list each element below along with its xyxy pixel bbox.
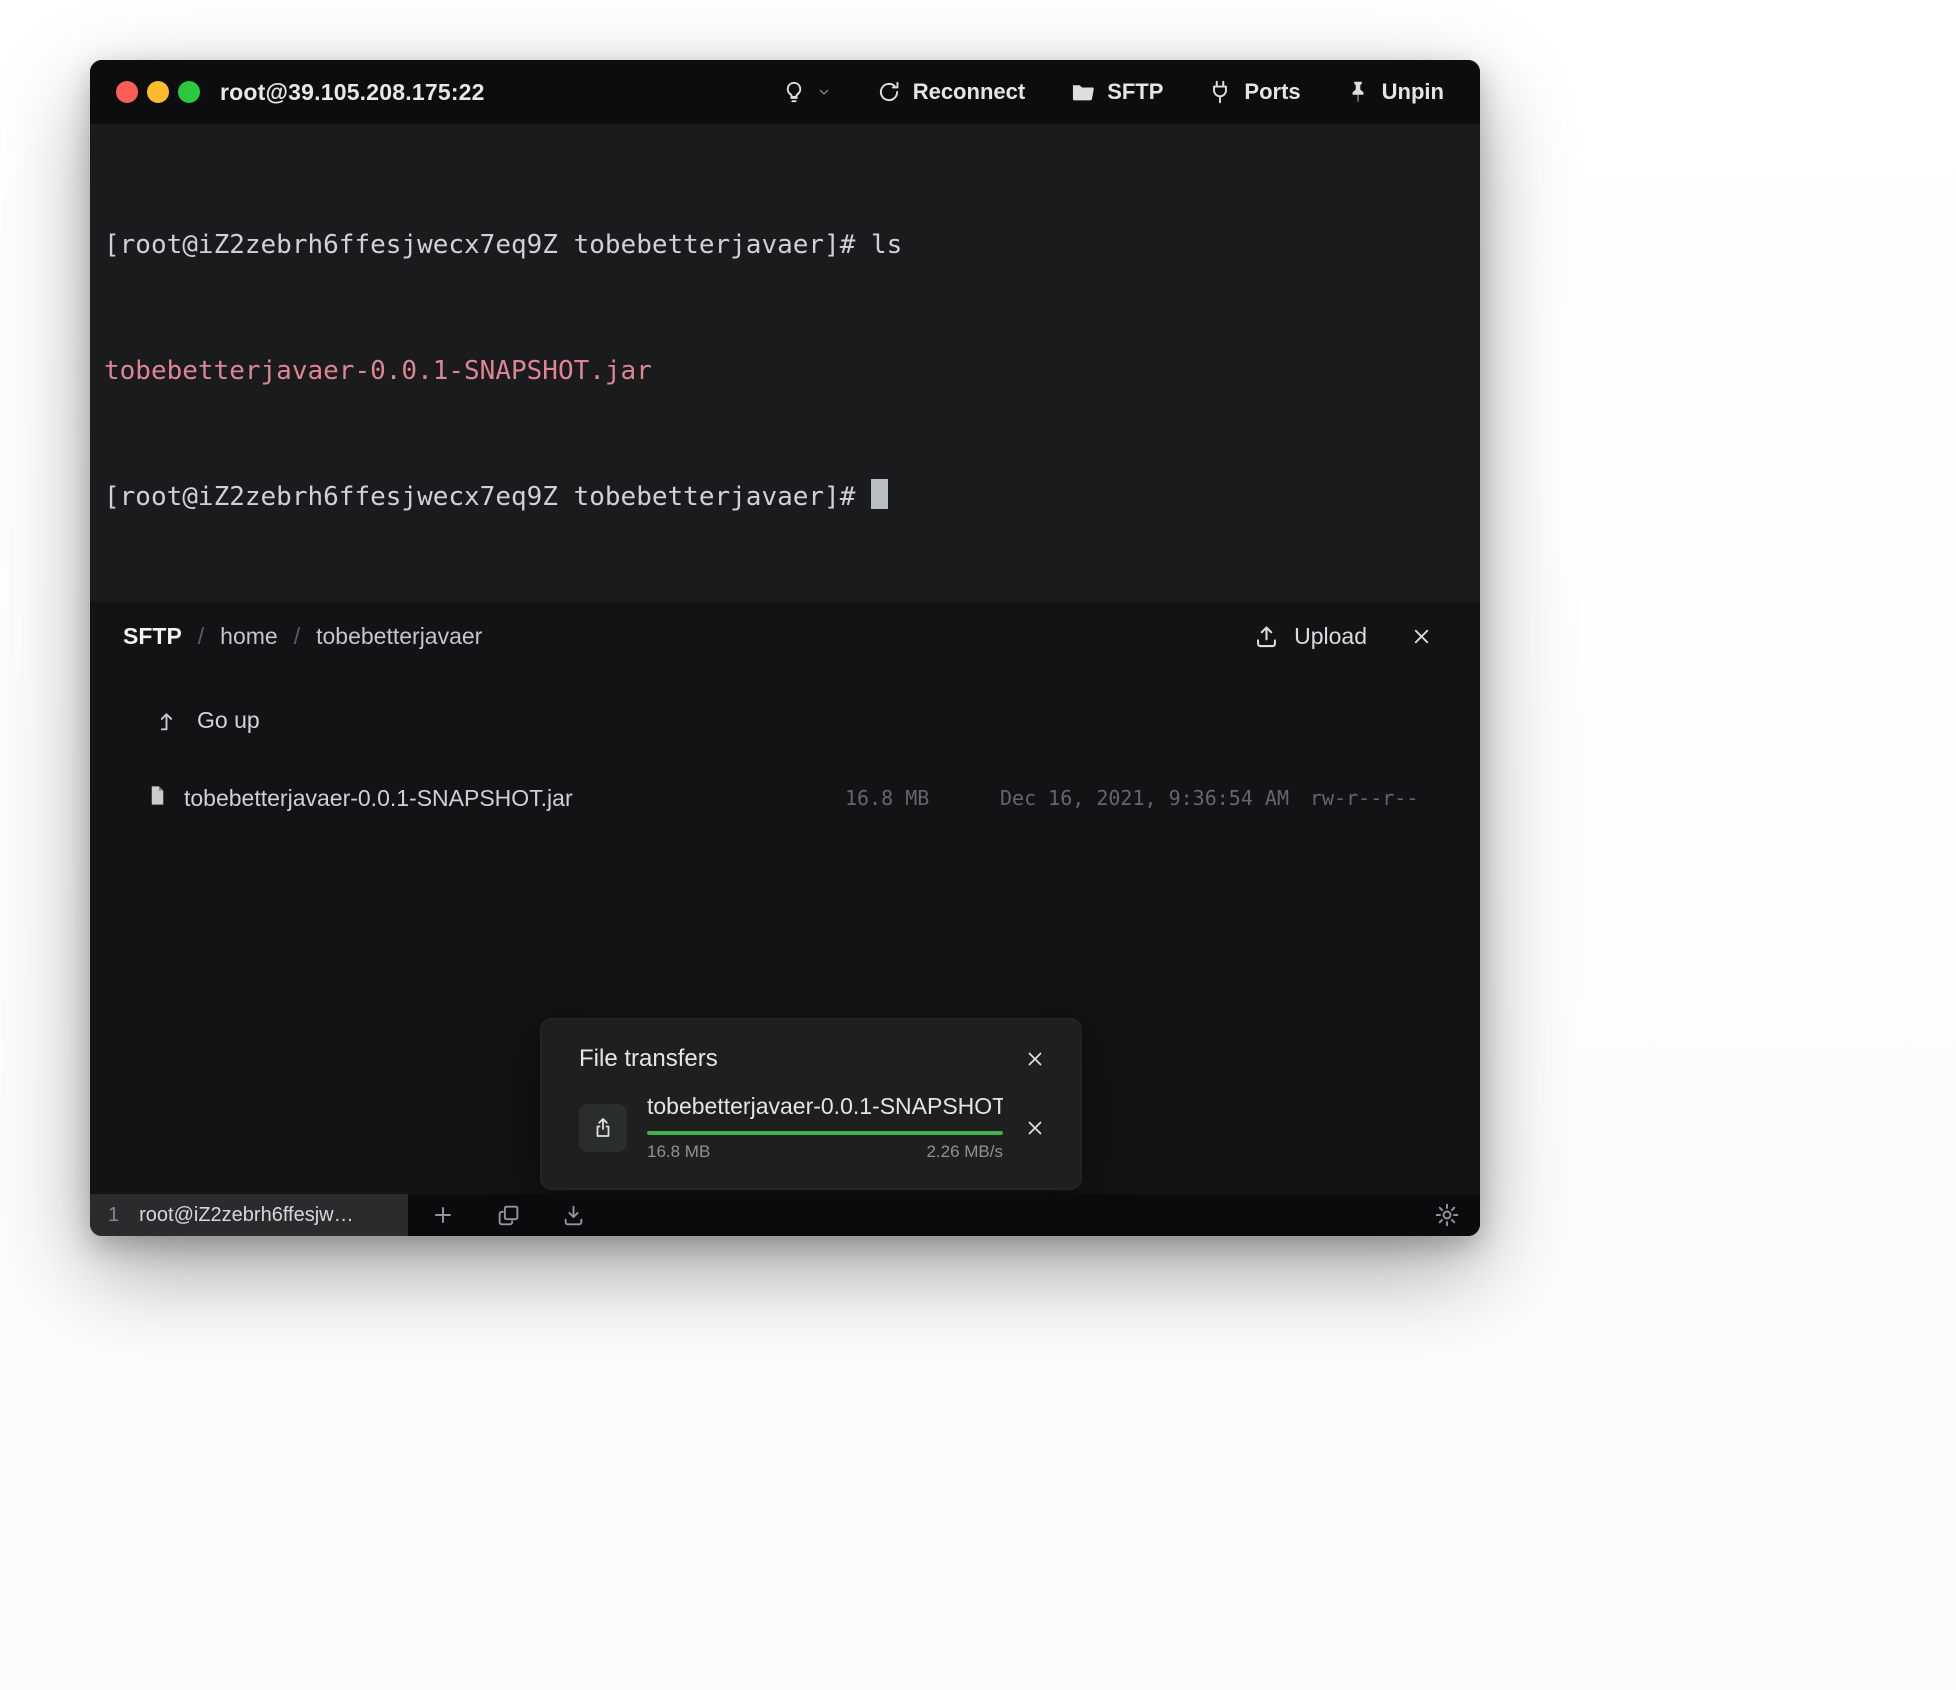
transfer-progress-track: [647, 1131, 1003, 1135]
file-transfers-popup: File transfers tobebetterjavaer-0.0.1-SN…: [540, 1018, 1082, 1190]
transfer-size: 16.8 MB: [647, 1142, 710, 1162]
plug-icon: [1207, 79, 1233, 105]
go-up-label: Go up: [197, 707, 260, 734]
breadcrumb-separator: /: [294, 623, 300, 650]
file-transfers-header: File transfers: [579, 1045, 1047, 1073]
arrow-up-icon: [154, 708, 179, 733]
desktop-background: root@39.105.208.175:22 Reconnect: [0, 0, 1956, 1690]
terminal-cursor: [871, 479, 888, 509]
plus-icon: [430, 1202, 456, 1228]
file-permissions: rw-r--r--: [1310, 786, 1420, 810]
close-icon: [1409, 624, 1434, 649]
ports-label: Ports: [1244, 79, 1300, 105]
file-size: 16.8 MB: [845, 786, 1000, 810]
file-name: tobebetterjavaer-0.0.1-SNAPSHOT.jar: [184, 785, 845, 812]
upload-button[interactable]: Upload: [1253, 623, 1367, 650]
transfer-progress-fill: [647, 1131, 1003, 1135]
go-up-row[interactable]: Go up: [90, 696, 510, 744]
share-upload-icon: [591, 1116, 615, 1140]
terminal-prompt-text: [root@iZ2zebrh6ffesjwecx7eq9Z tobebetter…: [104, 482, 855, 512]
unpin-label: Unpin: [1382, 79, 1444, 105]
unpin-button[interactable]: Unpin: [1345, 79, 1444, 105]
terminal-tab[interactable]: 1 root@iZ2zebrh6ffesjw…: [90, 1194, 408, 1236]
tab-title: root@iZ2zebrh6ffesjw…: [139, 1204, 353, 1227]
reconnect-label: Reconnect: [913, 79, 1025, 105]
titlebar: root@39.105.208.175:22 Reconnect: [90, 60, 1480, 124]
settings-button[interactable]: [1434, 1202, 1460, 1228]
breadcrumb-root: SFTP: [123, 623, 182, 650]
file-icon: [146, 784, 170, 812]
terminal-output-line: tobebetterjavaer-0.0.1-SNAPSHOT.jar: [104, 350, 1466, 392]
split-panes-button[interactable]: [496, 1203, 521, 1228]
file-transfers-title: File transfers: [579, 1045, 718, 1073]
pin-icon: [1345, 79, 1371, 105]
downloads-button[interactable]: [561, 1203, 586, 1228]
reconnect-icon: [876, 79, 902, 105]
sftp-toolbar-button[interactable]: SFTP: [1069, 79, 1163, 106]
reconnect-button[interactable]: Reconnect: [876, 79, 1025, 105]
window-controls: [116, 81, 200, 103]
transfer-direction-badge: [579, 1104, 627, 1152]
lightbulb-icon: [781, 79, 807, 105]
transfer-item: tobebetterjavaer-0.0.1-SNAPSHOT.jar 16.8…: [579, 1093, 1047, 1162]
terminal-app-window: root@39.105.208.175:22 Reconnect: [90, 60, 1480, 1236]
breadcrumb-separator: /: [198, 623, 204, 650]
terminal-prompt-line: [root@iZ2zebrh6ffesjwecx7eq9Z tobebetter…: [104, 476, 1466, 518]
sftp-header: SFTP / home / tobebetterjavaer Upload: [90, 602, 1480, 670]
file-transfers-close-button[interactable]: [1023, 1047, 1047, 1071]
tabbar-icons: [430, 1202, 586, 1228]
sftp-close-button[interactable]: [1409, 624, 1434, 649]
close-window-button[interactable]: [116, 81, 138, 103]
gear-icon: [1434, 1202, 1460, 1228]
tab-bar: 1 root@iZ2zebrh6ffesjw…: [90, 1194, 1480, 1236]
tab-index: 1: [108, 1204, 119, 1227]
file-row[interactable]: tobebetterjavaer-0.0.1-SNAPSHOT.jar 16.8…: [90, 772, 1480, 824]
zoom-window-button[interactable]: [178, 81, 200, 103]
appearance-dropdown-button[interactable]: [781, 79, 832, 105]
transfer-cancel-button[interactable]: [1023, 1116, 1047, 1140]
file-modified-date: Dec 16, 2021, 9:36:54 AM: [1000, 786, 1310, 810]
sftp-actions: Upload: [1253, 623, 1434, 650]
download-icon: [561, 1203, 586, 1228]
new-tab-button[interactable]: [430, 1202, 456, 1228]
transfer-details: tobebetterjavaer-0.0.1-SNAPSHOT.jar 16.8…: [647, 1093, 1003, 1162]
transfer-file-name: tobebetterjavaer-0.0.1-SNAPSHOT.jar: [647, 1093, 1003, 1120]
window-title: root@39.105.208.175:22: [220, 79, 485, 106]
panes-copy-icon: [496, 1203, 521, 1228]
folder-icon: [1069, 79, 1096, 106]
close-icon: [1023, 1047, 1047, 1071]
breadcrumb-item-current[interactable]: tobebetterjavaer: [316, 623, 482, 650]
terminal-command-line: [root@iZ2zebrh6ffesjwecx7eq9Z tobebetter…: [104, 224, 1466, 266]
transfer-speed: 2.26 MB/s: [926, 1142, 1003, 1162]
upload-icon: [1253, 623, 1280, 650]
transfer-stats: 16.8 MB 2.26 MB/s: [647, 1142, 1003, 1162]
ports-button[interactable]: Ports: [1207, 79, 1300, 105]
breadcrumb-item-home[interactable]: home: [220, 623, 278, 650]
sftp-toolbar-label: SFTP: [1107, 79, 1163, 105]
minimize-window-button[interactable]: [147, 81, 169, 103]
terminal-pane[interactable]: [root@iZ2zebrh6ffesjwecx7eq9Z tobebetter…: [90, 124, 1480, 602]
breadcrumb: SFTP / home / tobebetterjavaer: [123, 623, 482, 650]
titlebar-actions: Reconnect SFTP Ports: [781, 79, 1444, 106]
upload-label: Upload: [1294, 623, 1367, 650]
chevron-down-icon: [816, 84, 832, 100]
close-icon: [1023, 1116, 1047, 1140]
